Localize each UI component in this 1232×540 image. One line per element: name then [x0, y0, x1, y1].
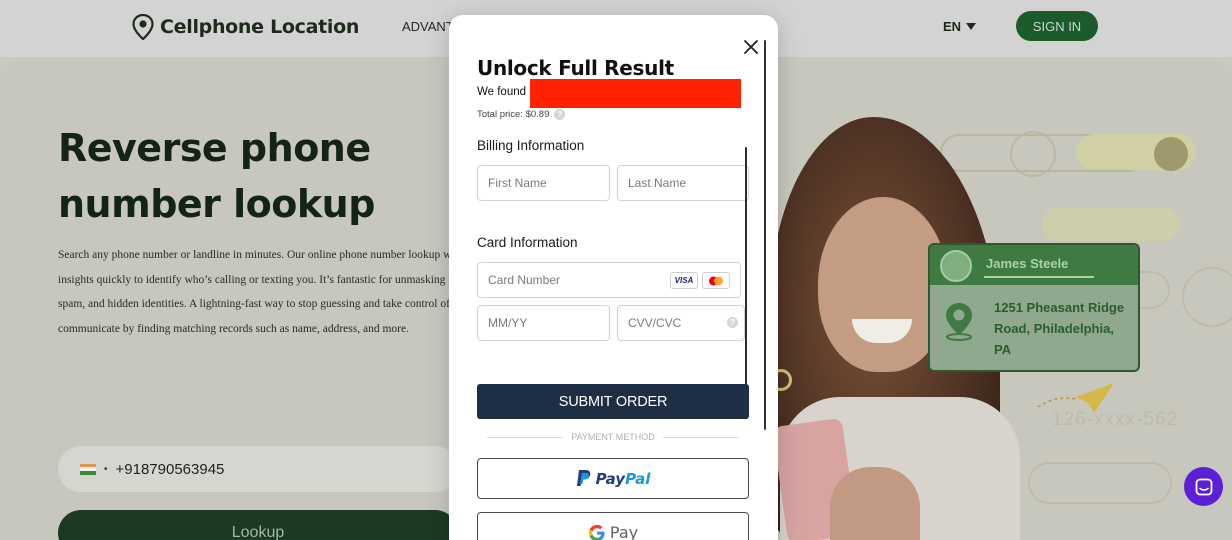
chat-icon [1195, 478, 1212, 495]
paypal-pay-text: Pay [595, 469, 626, 488]
visa-label: VISA [674, 276, 694, 285]
decorative-circle [1182, 267, 1232, 327]
divider [984, 276, 1094, 278]
decorative-dot [1154, 137, 1188, 171]
cvv-placeholder: CVV/CVC [628, 316, 682, 330]
ghost-phone-number: 126-xxxx-562 [1052, 409, 1179, 430]
site-logo[interactable]: Cellphone Location [132, 14, 359, 40]
google-pay-button[interactable]: Pay [477, 512, 749, 540]
language-label: EN [943, 19, 962, 34]
card-info-label: Card Information [477, 235, 578, 250]
total-price-row: Total price: $0.89 ? [477, 109, 566, 120]
visa-icon: VISA [670, 272, 698, 289]
person-address: 1251 Pheasant Ridge Road, Philadelphia, … [994, 300, 1125, 357]
card-brand-badges: VISA [670, 272, 730, 289]
phone-number-input[interactable]: • +918790563945 [58, 446, 458, 492]
paypal-wordmark: PayPal [596, 470, 651, 488]
chevron-down-icon [966, 23, 977, 30]
card-number-field[interactable]: Card Number VISA [477, 262, 741, 298]
phone-number-value: +918790563945 [115, 460, 225, 478]
signin-button[interactable]: SIGN IN [1016, 11, 1098, 41]
last-name-placeholder: Last Name [628, 176, 687, 190]
person-info-header: James Steele [930, 245, 1138, 285]
expiry-field[interactable]: MM/YY [477, 305, 610, 341]
decorative-circle [1010, 131, 1056, 177]
close-icon [744, 40, 758, 54]
close-modal-button[interactable] [741, 37, 761, 57]
first-name-field[interactable]: First Name [477, 165, 610, 201]
hero-description-line: insights quickly to identify who’s calli… [58, 273, 458, 286]
person-info-card: James Steele 1251 Pheasant Ridge Road, P… [928, 243, 1140, 372]
help-icon[interactable]: ? [554, 109, 566, 120]
form-scrollbar[interactable] [745, 147, 747, 409]
divider [487, 436, 564, 438]
expiry-placeholder: MM/YY [488, 316, 528, 330]
first-name-placeholder: First Name [488, 176, 547, 190]
submit-order-button[interactable]: SUBMIT ORDER [477, 384, 749, 419]
last-name-field[interactable]: Last Name [617, 165, 749, 201]
redacted-result [530, 79, 741, 108]
logo-text: Cellphone Location [160, 16, 360, 38]
paypal-button[interactable]: PayPal [477, 458, 749, 499]
cvv-help-icon[interactable]: ? [727, 317, 738, 328]
mastercard-icon [702, 272, 730, 289]
divider [662, 436, 740, 438]
map-pin-icon [946, 303, 972, 341]
decorative-pill [1042, 207, 1180, 241]
person-name: James Steele [986, 256, 1069, 271]
hero-description-line: spam, and hidden identities. A lightning… [58, 298, 458, 310]
woman-hand [830, 467, 920, 540]
nav-advantages-link[interactable]: ADVANT [402, 19, 454, 34]
cvv-field[interactable]: CVV/CVC ? [617, 305, 745, 341]
chat-support-button[interactable] [1184, 467, 1223, 506]
google-g-icon [588, 524, 605, 540]
unlock-result-modal: Unlock Full Result We found Total price:… [449, 15, 778, 540]
modal-scrollbar[interactable] [764, 40, 766, 430]
hero-illustration: James Steele 1251 Pheasant Ridge Road, P… [770, 57, 1232, 540]
found-label: We found [477, 86, 527, 98]
decorative-pill [1028, 462, 1172, 504]
lookup-button[interactable]: Lookup [58, 510, 458, 540]
dropdown-dot-icon[interactable]: • [104, 464, 108, 475]
location-pin-icon [132, 14, 154, 40]
hero-title: Reverse phone number lookup [58, 126, 375, 226]
payment-method-label: PAYMENT METHOD [571, 432, 655, 442]
billing-info-label: Billing Information [477, 138, 585, 153]
paypal-icon [576, 470, 590, 486]
hero-description-line: communicate by finding matching records … [58, 322, 409, 335]
india-flag-icon[interactable] [80, 463, 96, 475]
modal-title: Unlock Full Result [477, 56, 674, 80]
hero-description-line: Search any phone number or landline in m… [58, 249, 458, 261]
hero-description: Search any phone number or landline in m… [58, 243, 458, 341]
avatar-icon [940, 250, 972, 282]
mastercard-logo [709, 276, 723, 285]
total-price: Total price: $0.89 [477, 109, 550, 120]
card-number-placeholder: Card Number [488, 273, 561, 287]
language-selector[interactable]: EN [943, 19, 977, 34]
gpay-label: Pay [609, 523, 639, 540]
payment-method-divider: PAYMENT METHOD [487, 432, 740, 442]
paypal-pal-text: Pal [625, 469, 651, 488]
